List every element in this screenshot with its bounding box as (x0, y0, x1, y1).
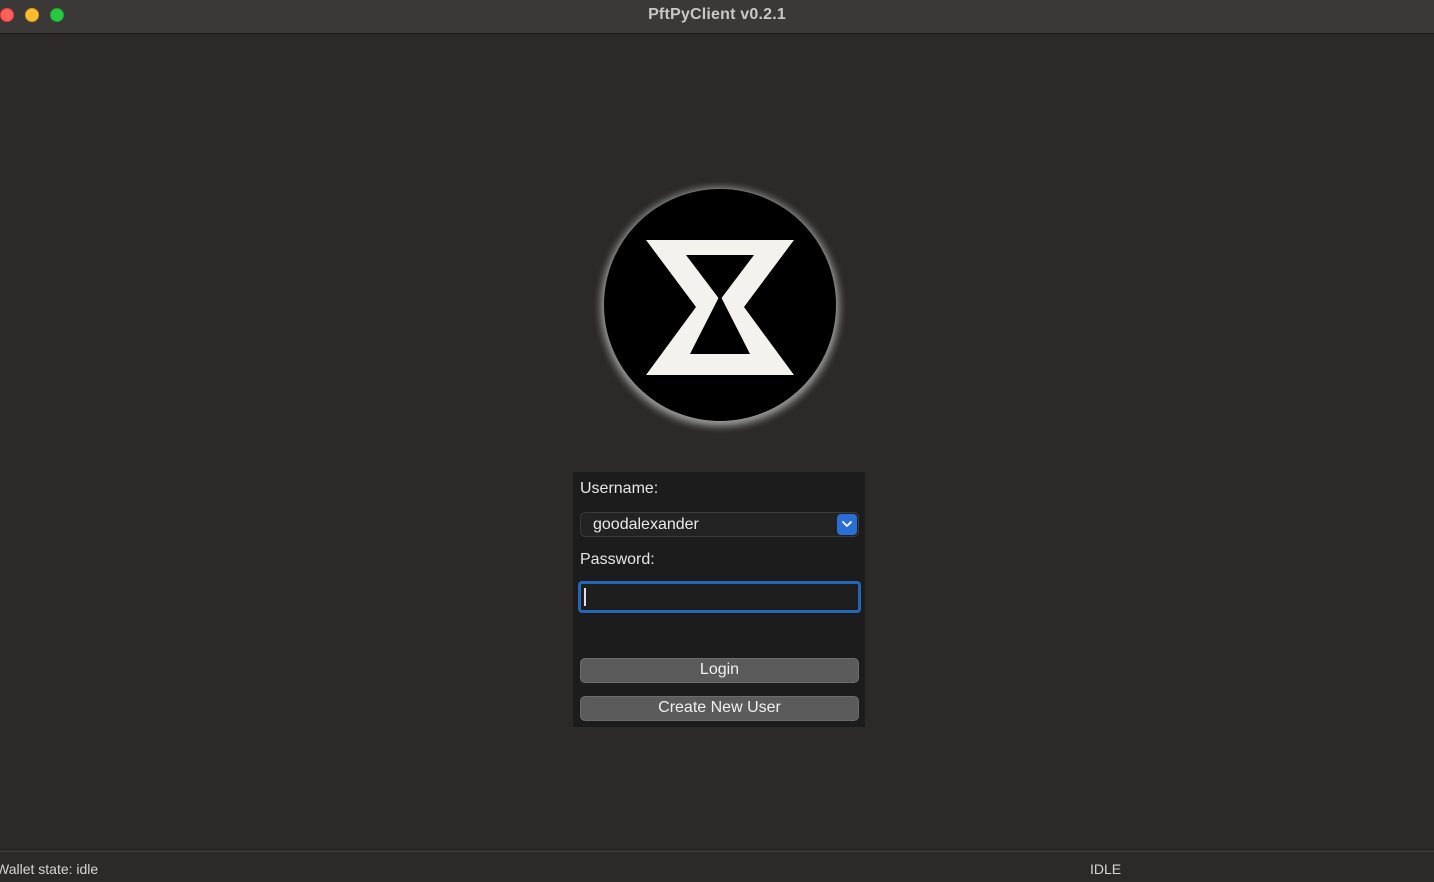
app-window: PftPyClient v0.2.1 Username: goodalexand… (0, 0, 1434, 882)
hourglass-x-logo-icon (592, 179, 848, 435)
username-dropdown[interactable]: goodalexander (580, 512, 859, 537)
chevron-down-icon[interactable] (837, 514, 857, 535)
username-label: Username: (580, 480, 659, 497)
password-label: Password: (580, 551, 655, 568)
title-bar[interactable]: PftPyClient v0.2.1 (0, 0, 1434, 34)
password-field[interactable] (578, 581, 861, 613)
login-button[interactable]: Login (580, 658, 859, 683)
status-indicator: IDLE (1090, 861, 1122, 877)
password-input[interactable] (583, 586, 858, 610)
status-bar: Wallet state: idle IDLE (0, 851, 1434, 882)
window-title: PftPyClient v0.2.1 (648, 6, 786, 23)
login-panel: Username: goodalexander Password: Login … (573, 472, 865, 727)
username-value: goodalexander (593, 516, 699, 533)
create-new-user-button[interactable]: Create New User (580, 696, 859, 721)
wallet-state-text: Wallet state: idle (0, 861, 99, 877)
text-caret (584, 588, 586, 606)
